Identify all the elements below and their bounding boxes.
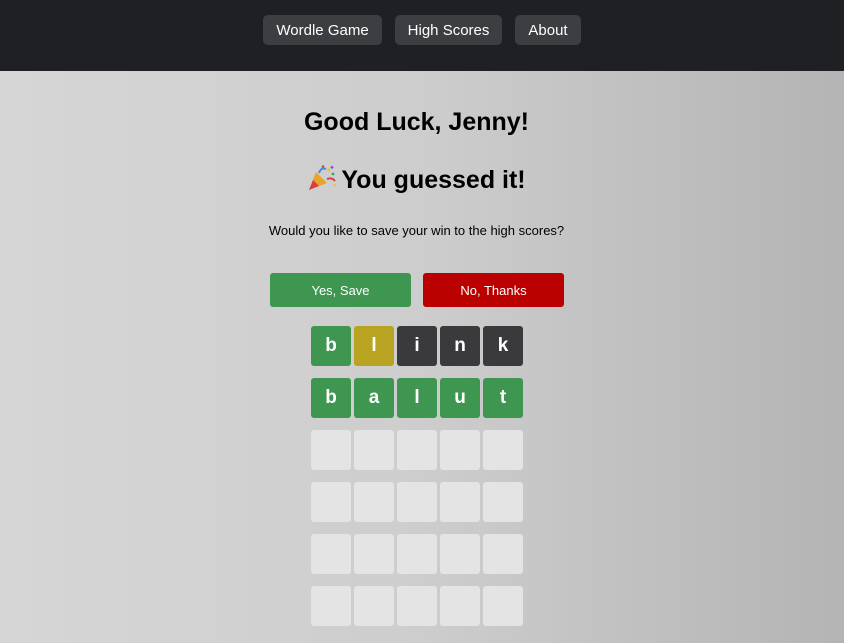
party-popper-icon bbox=[309, 165, 337, 190]
board-tile bbox=[354, 586, 394, 626]
board-row bbox=[311, 430, 523, 470]
board-tile: i bbox=[397, 326, 437, 366]
board-tile: l bbox=[354, 326, 394, 366]
board-tile bbox=[440, 534, 480, 574]
board-row: balut bbox=[311, 378, 523, 418]
board-tile bbox=[483, 430, 523, 470]
board-tile bbox=[440, 430, 480, 470]
save-prompt-text: Would you like to save your win to the h… bbox=[268, 223, 565, 238]
board-row bbox=[311, 534, 523, 574]
board-tile bbox=[397, 482, 437, 522]
board-tile: b bbox=[311, 378, 351, 418]
nav-wordle-game-button[interactable]: Wordle Game bbox=[263, 15, 382, 45]
board-tile bbox=[311, 430, 351, 470]
board-tile bbox=[311, 534, 351, 574]
board-row bbox=[311, 586, 523, 626]
no-thanks-button[interactable]: No, Thanks bbox=[423, 273, 564, 307]
board-tile: b bbox=[311, 326, 351, 366]
board-tile: n bbox=[440, 326, 480, 366]
board-tile bbox=[354, 430, 394, 470]
board-tile bbox=[483, 482, 523, 522]
board-tile bbox=[354, 482, 394, 522]
board-tile bbox=[440, 586, 480, 626]
greeting-heading: Good Luck, Jenny! bbox=[303, 108, 530, 136]
nav-about-button[interactable]: About bbox=[515, 15, 581, 45]
board-tile: u bbox=[440, 378, 480, 418]
board-tile bbox=[311, 482, 351, 522]
board-tile: k bbox=[483, 326, 523, 366]
board-tile: t bbox=[483, 378, 523, 418]
board-tile bbox=[483, 534, 523, 574]
yes-save-button[interactable]: Yes, Save bbox=[270, 273, 411, 307]
board-tile bbox=[483, 586, 523, 626]
board-tile bbox=[397, 430, 437, 470]
top-nav-bar: Wordle Game High Scores About bbox=[0, 0, 844, 71]
board-tile bbox=[397, 586, 437, 626]
board-tile bbox=[311, 586, 351, 626]
board-row bbox=[311, 482, 523, 522]
board-tile bbox=[397, 534, 437, 574]
nav-high-scores-button[interactable]: High Scores bbox=[394, 15, 503, 45]
board-tile: l bbox=[397, 378, 437, 418]
game-board: blinkbalut bbox=[311, 326, 523, 638]
win-message: You guessed it! bbox=[341, 166, 526, 194]
board-tile: a bbox=[354, 378, 394, 418]
board-tile bbox=[440, 482, 480, 522]
board-row: blink bbox=[311, 326, 523, 366]
win-heading: You guessed it! bbox=[0, 164, 833, 195]
board-tile bbox=[354, 534, 394, 574]
